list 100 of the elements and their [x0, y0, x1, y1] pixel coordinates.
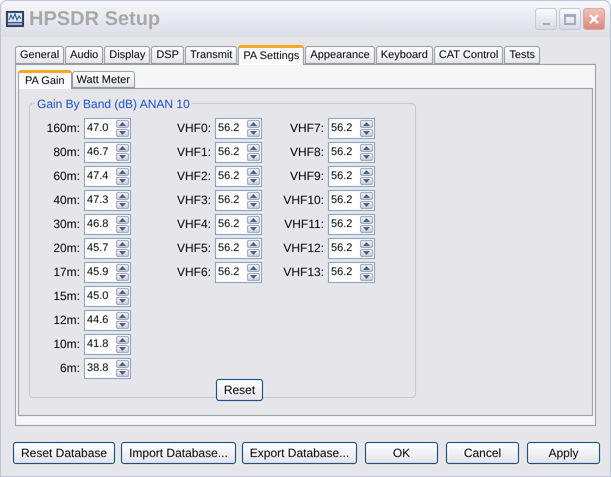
number-field[interactable]: 56.2 [328, 118, 375, 138]
number-field[interactable]: 47.0 [84, 118, 131, 138]
tab[interactable]: Transmit [184, 46, 238, 64]
spin-up-button[interactable] [116, 264, 129, 272]
spin-up-button[interactable] [116, 288, 129, 296]
field-label: 60m: [52, 168, 80, 185]
number-field[interactable]: 41.8 [84, 334, 131, 354]
footer-button[interactable]: Apply [527, 442, 600, 464]
number-field[interactable]: 56.2 [215, 238, 262, 258]
number-field[interactable]: 56.2 [328, 142, 375, 162]
footer-button[interactable]: OK [365, 442, 438, 464]
spin-down-button[interactable] [116, 224, 129, 232]
spin-up-button[interactable] [247, 192, 260, 200]
spin-down-button[interactable] [360, 272, 373, 280]
footer-button[interactable]: Import Database... [121, 442, 236, 464]
number-field[interactable]: 45.7 [84, 238, 131, 258]
spin-down-button[interactable] [360, 128, 373, 136]
spin-up-button[interactable] [116, 192, 129, 200]
spin-up-button[interactable] [247, 120, 260, 128]
up-arrow-icon [119, 146, 126, 150]
tab[interactable]: PA Settings [238, 45, 304, 65]
number-field[interactable]: 44.6 [84, 310, 131, 330]
spin-down-button[interactable] [116, 200, 129, 208]
spin-down-button[interactable] [116, 344, 129, 352]
number-field[interactable]: 56.2 [328, 190, 375, 210]
spin-down-button[interactable] [247, 272, 260, 280]
number-field[interactable]: 56.2 [328, 262, 375, 282]
spin-down-button[interactable] [247, 200, 260, 208]
number-field[interactable]: 46.7 [84, 142, 131, 162]
spin-down-button[interactable] [116, 248, 129, 256]
spin-up-button[interactable] [247, 240, 260, 248]
tab[interactable]: CAT Control [434, 46, 504, 64]
number-field[interactable]: 56.2 [328, 214, 375, 234]
up-arrow-icon [363, 266, 370, 270]
number-field[interactable]: 47.4 [84, 166, 131, 186]
spin-up-button[interactable] [116, 360, 129, 368]
spin-up-button[interactable] [360, 168, 373, 176]
spin-down-button[interactable] [116, 296, 129, 304]
spin-up-button[interactable] [360, 144, 373, 152]
close-button[interactable] [583, 8, 605, 30]
number-field[interactable]: 56.2 [215, 190, 262, 210]
tab[interactable]: General [15, 46, 64, 64]
spin-up-button[interactable] [360, 216, 373, 224]
spin-up-button[interactable] [360, 264, 373, 272]
tab[interactable]: PA Gain [18, 70, 72, 89]
spin-up-button[interactable] [116, 168, 129, 176]
spin-down-button[interactable] [116, 152, 129, 160]
tab[interactable]: Tests [504, 46, 540, 64]
spin-down-button[interactable] [360, 248, 373, 256]
tab[interactable]: Keyboard [376, 46, 433, 64]
spin-up-button[interactable] [116, 144, 129, 152]
number-field[interactable]: 47.3 [84, 190, 131, 210]
spin-down-button[interactable] [247, 176, 260, 184]
spin-down-button[interactable] [116, 320, 129, 328]
number-field[interactable]: 46.8 [84, 214, 131, 234]
number-field[interactable]: 56.2 [215, 142, 262, 162]
spin-down-button[interactable] [247, 128, 260, 136]
reset-button[interactable]: Reset [216, 379, 263, 401]
number-field[interactable]: 56.2 [215, 118, 262, 138]
number-field[interactable]: 56.2 [215, 262, 262, 282]
spin-up-button[interactable] [360, 192, 373, 200]
number-field[interactable]: 56.2 [328, 166, 375, 186]
spin-up-button[interactable] [247, 216, 260, 224]
spin-down-button[interactable] [360, 176, 373, 184]
tab[interactable]: Watt Meter [72, 71, 135, 88]
number-field[interactable]: 56.2 [215, 166, 262, 186]
spin-up-button[interactable] [116, 216, 129, 224]
tab[interactable]: Display [104, 46, 150, 64]
tab[interactable]: Audio [65, 46, 104, 64]
number-field[interactable]: 38.8 [84, 358, 131, 378]
spin-down-button[interactable] [360, 200, 373, 208]
number-field[interactable]: 45.9 [84, 262, 131, 282]
spin-up-button[interactable] [247, 264, 260, 272]
spin-down-button[interactable] [247, 152, 260, 160]
spin-down-button[interactable] [360, 152, 373, 160]
spin-down-button[interactable] [247, 248, 260, 256]
number-field[interactable]: 56.2 [328, 238, 375, 258]
spin-up-button[interactable] [116, 120, 129, 128]
spin-up-button[interactable] [247, 168, 260, 176]
footer-button[interactable]: Export Database... [242, 442, 358, 464]
spin-up-button[interactable] [116, 312, 129, 320]
spin-down-button[interactable] [116, 272, 129, 280]
spin-up-button[interactable] [360, 240, 373, 248]
footer-button[interactable]: Reset Database [13, 442, 116, 464]
spin-down-button[interactable] [116, 128, 129, 136]
spin-up-button[interactable] [116, 240, 129, 248]
spin-down-button[interactable] [247, 224, 260, 232]
spin-down-button[interactable] [116, 368, 129, 376]
up-arrow-icon [119, 218, 126, 222]
spin-up-button[interactable] [116, 336, 129, 344]
spin-up-button[interactable] [360, 120, 373, 128]
spin-down-button[interactable] [116, 176, 129, 184]
number-field[interactable]: 56.2 [215, 214, 262, 234]
spin-down-button[interactable] [360, 224, 373, 232]
down-arrow-icon [250, 250, 257, 254]
number-field[interactable]: 45.0 [84, 286, 131, 306]
footer-button[interactable]: Cancel [446, 442, 519, 464]
tab[interactable]: Appearance [305, 46, 375, 64]
tab[interactable]: DSP [151, 46, 184, 64]
spin-up-button[interactable] [247, 144, 260, 152]
